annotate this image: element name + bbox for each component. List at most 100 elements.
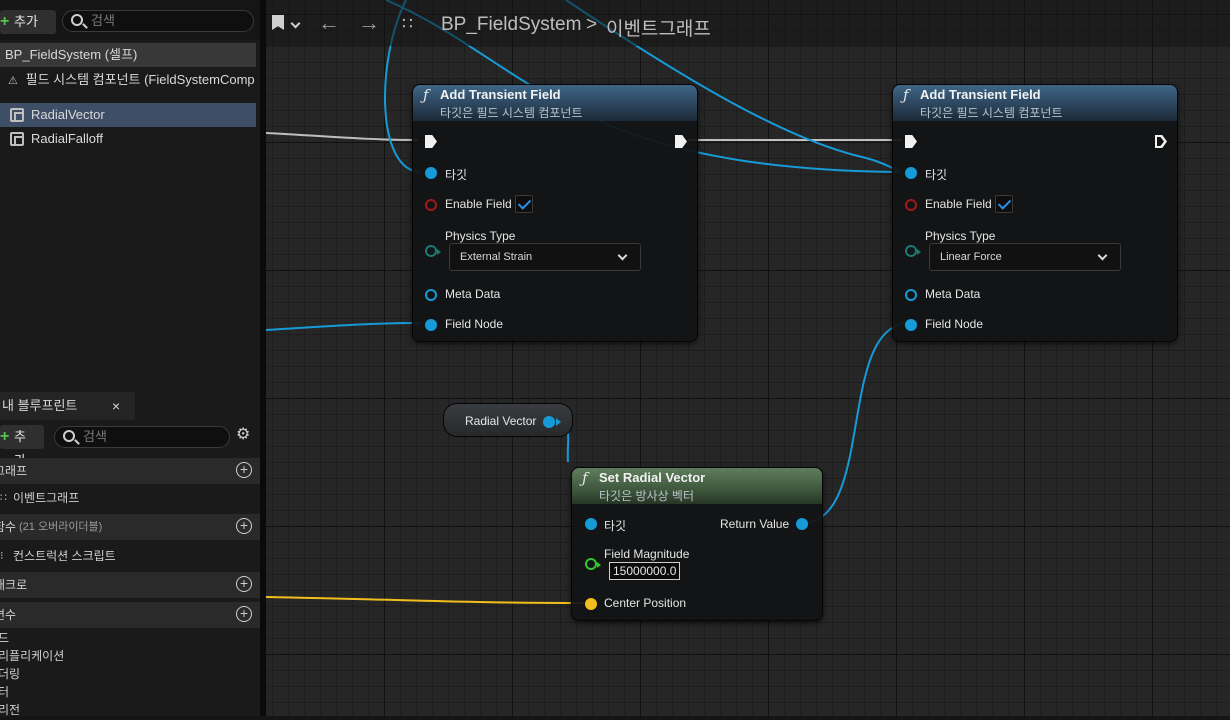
physics-type-value: Linear Force xyxy=(940,251,1002,263)
enable-field-checkbox[interactable] xyxy=(515,195,533,213)
physics-type-value: External Strain xyxy=(460,251,533,263)
enable-field-pin[interactable] xyxy=(425,199,437,211)
pin-arrow-icon xyxy=(556,418,561,426)
target-pin[interactable] xyxy=(585,518,597,530)
add-member-button[interactable]: + 추가 xyxy=(0,425,44,468)
add-component-label: 추가 xyxy=(14,14,38,29)
blueprint-search-input[interactable]: 검색 xyxy=(54,426,230,448)
field-system-icon: ⚠ xyxy=(8,75,18,87)
target-pin[interactable] xyxy=(425,167,437,179)
event-graph-canvas[interactable]: ƒ Add Transient Field 타깃은 필드 시스템 컴포넌트 타깃… xyxy=(266,0,1230,716)
variable-group-item[interactable]: 더링 xyxy=(0,664,260,682)
field-system-component-item[interactable]: ⚠ 필드 시스템 컴포넌트 (FieldSystemComp xyxy=(0,68,256,92)
variable-group-item[interactable]: 리플리케이션 xyxy=(0,646,260,664)
category-graphs[interactable]: 그래프 + xyxy=(0,458,260,484)
physics-type-label: Physics Type xyxy=(445,229,516,243)
graph-toolbar: ← → ∷ BP_FieldSystem > 이벤트그래프 xyxy=(266,0,1230,46)
component-root-item[interactable]: BP_FieldSystem (셀프) xyxy=(0,43,256,67)
add-transient-field-node-2[interactable]: ƒ Add Transient Field 타깃은 필드 시스템 컴포넌트 타깃… xyxy=(892,84,1178,342)
enable-field-checkbox[interactable] xyxy=(995,195,1013,213)
component-icon xyxy=(10,108,24,122)
field-node-pin[interactable] xyxy=(905,319,917,331)
breadcrumb-graph[interactable]: 이벤트그래프 xyxy=(606,14,711,41)
add-component-button[interactable]: + 추가 xyxy=(0,10,56,34)
physics-type-label: Physics Type xyxy=(925,229,996,243)
exec-in-pin[interactable] xyxy=(425,135,437,148)
add-function-icon[interactable]: + xyxy=(236,518,252,534)
chevron-down-icon[interactable] xyxy=(290,18,301,29)
exec-out-pin[interactable] xyxy=(1155,135,1167,148)
node-header[interactable]: ƒ Add Transient Field 타깃은 필드 시스템 컴포넌트 xyxy=(413,85,697,121)
exec-out-pin[interactable] xyxy=(675,135,687,148)
component-root-label: BP_FieldSystem (셀프) xyxy=(5,47,138,62)
breadcrumb-separator: > xyxy=(586,14,598,35)
gear-icon[interactable]: ⚙ xyxy=(236,427,252,443)
node-subtitle: 타깃은 필드 시스템 컴포넌트 xyxy=(920,106,1063,120)
my-blueprint-panel: 내 블루프린트 × + 추가 검색 ⚙ 그래프 + ∷ 이벤트그래프 함수 (2… xyxy=(0,392,260,717)
meta-data-pin[interactable] xyxy=(425,289,437,301)
graph-icon: ∷ xyxy=(402,14,413,33)
components-toolbar: + 추가 검색 xyxy=(0,0,260,40)
variable-group-label: 터 xyxy=(0,685,10,699)
event-graph-item[interactable]: ∷ 이벤트그래프 xyxy=(0,488,260,508)
category-variables-label: 변수 xyxy=(0,608,17,622)
graph-icon: ∷ xyxy=(0,492,7,504)
node-title: Add Transient Field xyxy=(920,87,1041,102)
components-search-input[interactable]: 검색 xyxy=(62,10,254,32)
search-icon xyxy=(71,14,83,26)
component-item-label: RadialVector xyxy=(31,107,105,122)
bookmark-icon[interactable] xyxy=(272,15,284,30)
target-label: 타깃 xyxy=(445,168,468,182)
field-magnitude-label: Field Magnitude xyxy=(604,547,690,561)
field-node-pin[interactable] xyxy=(425,319,437,331)
physics-type-pin[interactable] xyxy=(425,245,441,257)
radial-vector-out-pin[interactable] xyxy=(543,416,555,428)
category-macros-label: 매크로 xyxy=(0,578,28,592)
meta-data-label: Meta Data xyxy=(445,287,501,301)
node-header[interactable]: ƒ Add Transient Field 타깃은 필드 시스템 컴포넌트 xyxy=(893,85,1177,121)
breadcrumb-blueprint[interactable]: BP_FieldSystem xyxy=(441,14,581,36)
function-icon: ƒ xyxy=(582,469,588,487)
construction-script-item[interactable]: ⁝ 컨스트럭션 스크립트 xyxy=(0,546,260,566)
physics-type-pin[interactable] xyxy=(905,245,921,257)
variable-group-item[interactable]: 터 xyxy=(0,682,260,700)
object-wire xyxy=(266,322,421,331)
close-icon[interactable]: × xyxy=(112,392,120,420)
physics-type-select[interactable]: External Strain xyxy=(449,243,641,271)
target-pin[interactable] xyxy=(905,167,917,179)
field-magnitude-input[interactable]: 15000000.0 xyxy=(609,562,681,580)
forward-arrow-icon[interactable]: → xyxy=(358,10,380,36)
center-position-pin[interactable] xyxy=(585,598,597,610)
enable-field-pin[interactable] xyxy=(905,199,917,211)
add-transient-field-node-1[interactable]: ƒ Add Transient Field 타깃은 필드 시스템 컴포넌트 타깃… xyxy=(412,84,698,342)
node-header[interactable]: ƒ Set Radial Vector 타깃은 방사상 벡터 xyxy=(572,468,822,504)
radial-vector-get-node[interactable]: Radial Vector xyxy=(443,403,573,437)
field-magnitude-pin[interactable] xyxy=(585,558,601,570)
function-icon: ƒ xyxy=(423,86,429,104)
node-subtitle: 타깃은 방사상 벡터 xyxy=(599,489,694,503)
variable-group-item[interactable]: 드 xyxy=(0,628,260,646)
return-value-pin[interactable] xyxy=(796,518,808,530)
field-node-label: Field Node xyxy=(445,317,504,331)
component-item-radialfalloff[interactable]: RadialFalloff xyxy=(0,127,256,151)
category-variables[interactable]: 변수 + xyxy=(0,602,260,628)
physics-type-select[interactable]: Linear Force xyxy=(929,243,1121,271)
set-radial-vector-node[interactable]: ƒ Set Radial Vector 타깃은 방사상 벡터 타깃 Return… xyxy=(571,467,823,621)
function-icon: ⁝ xyxy=(0,550,4,562)
category-functions[interactable]: 함수 (21 오버라이더블) + xyxy=(0,514,260,540)
tab-my-blueprint-label: 내 블루프린트 xyxy=(2,398,78,413)
back-arrow-icon[interactable]: ← xyxy=(318,10,340,36)
category-macros[interactable]: 매크로 + xyxy=(0,572,260,598)
target-label: 타깃 xyxy=(604,519,627,533)
variable-group-item[interactable]: 리전 xyxy=(0,700,260,717)
tab-my-blueprint[interactable]: 내 블루프린트 × xyxy=(0,392,135,420)
target-label: 타깃 xyxy=(925,168,948,182)
add-variable-icon[interactable]: + xyxy=(236,606,252,622)
component-item-label: RadialFalloff xyxy=(31,131,104,146)
add-graph-icon[interactable]: + xyxy=(236,462,252,478)
meta-data-pin[interactable] xyxy=(905,289,917,301)
exec-in-pin[interactable] xyxy=(905,135,917,148)
add-macro-icon[interactable]: + xyxy=(236,576,252,592)
component-item-radialvector[interactable]: RadialVector xyxy=(0,103,256,127)
variable-group-label: 드 xyxy=(0,631,10,645)
